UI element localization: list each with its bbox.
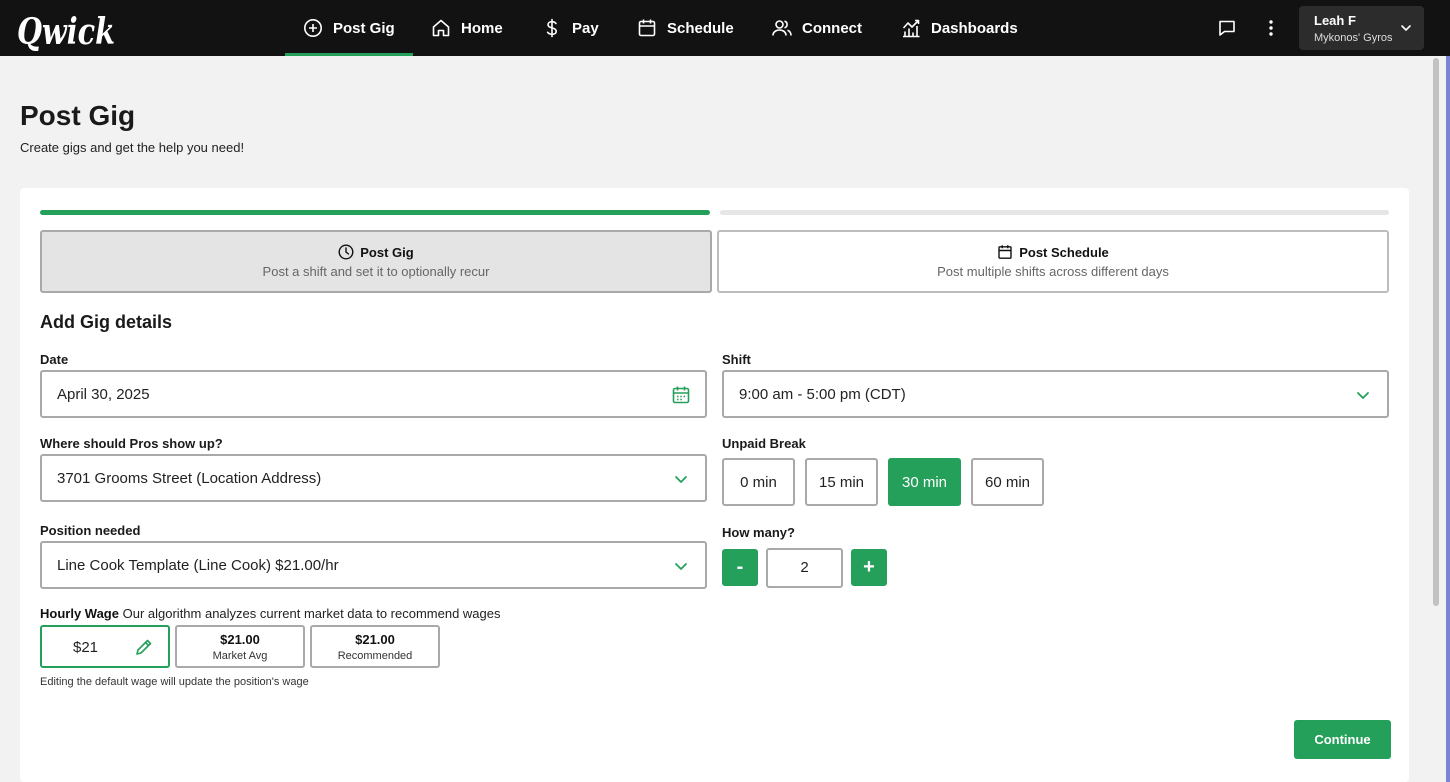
calendar-icon [638,19,656,37]
home-icon [432,19,450,37]
section-title: Add Gig details [40,312,173,332]
wage-edit-note: Editing the default wage will update the… [40,676,309,688]
svg-text:Qwick: Qwick [17,11,115,52]
pencil-icon[interactable] [135,638,153,656]
location-label: Where should Pros show up? [40,436,223,451]
nav-post-gig-label: Post Gig [333,19,395,37]
mode-post-schedule-description: Post multiple shifts across different da… [937,264,1169,279]
recommended-wage-option[interactable]: $21.00 Recommended [310,625,440,668]
page-title: Post Gig [20,100,136,131]
date-label: Date [40,352,69,367]
market-avg-amount: $21.00 [220,631,260,647]
shift-label: Shift [722,352,751,367]
window-edge [1446,56,1450,782]
wizard-progress-complete [40,210,710,215]
shift-select[interactable]: 9:00 am - 5:00 pm (CDT) [722,370,1389,418]
nav-connect-label: Connect [802,19,862,37]
nav-pay-label: Pay [572,19,599,37]
dollar-icon [546,18,558,38]
hourly-wage-value: $21 [73,639,99,656]
date-value: April 30, 2025 [57,385,150,403]
date-field[interactable]: April 30, 2025 [40,370,707,418]
recommended-label: Recommended [337,649,413,662]
shift-value: 9:00 am - 5:00 pm (CDT) [739,385,906,403]
mode-post-gig-title: Post Gig [360,244,414,260]
nav-home[interactable]: Home [431,0,503,56]
plus-circle-icon [304,19,322,37]
increment-button[interactable]: + [851,549,887,586]
more-menu-button[interactable] [1259,16,1283,40]
position-value: Line Cook Template (Line Cook) $21.00/hr [57,556,339,574]
nav-dashboards[interactable]: Dashboards [901,0,1018,56]
qwick-logo[interactable]: Qwick [17,4,117,52]
chevron-down-icon [675,563,687,570]
chevron-down-icon [1357,392,1369,399]
chevron-down-icon [675,476,687,483]
continue-button[interactable]: Continue [1294,720,1391,759]
mode-post-schedule[interactable]: Post Schedule Post multiple shifts acros… [717,230,1389,293]
break-60-min-button[interactable]: 60 min [971,458,1044,506]
page-subtitle: Create gigs and get the help you need! [20,140,245,155]
calendar-icon [998,245,1012,259]
chat-icon [1219,20,1235,36]
nav-pay[interactable]: Pay [542,0,599,56]
nav-home-label: Home [461,19,503,37]
hourly-wage-input[interactable]: $21 [40,625,170,668]
mode-post-gig-description: Post a shift and set it to optionally re… [262,264,490,279]
kebab-menu-icon [1269,20,1273,36]
how-many-label: How many? [722,525,795,540]
market-avg-wage-option[interactable]: $21.00 Market Avg [175,625,305,668]
hourly-wage-label-row: Hourly Wage Our algorithm analyzes curre… [40,606,501,621]
position-select[interactable]: Line Cook Template (Line Cook) $21.00/hr [40,541,707,589]
users-icon [772,20,792,36]
decrement-button[interactable]: - [722,549,758,586]
user-business-name: Mykonos' Gyros [1314,32,1393,44]
chevron-down-icon [1401,25,1411,31]
hourly-wage-label: Hourly Wage [40,606,119,621]
nav-schedule[interactable]: Schedule [637,0,734,56]
market-avg-label: Market Avg [212,649,268,662]
unpaid-break-label: Unpaid Break [722,436,806,451]
clock-icon [338,244,354,260]
nav-connect[interactable]: Connect [772,0,862,56]
hourly-wage-description: Our algorithm analyzes current market da… [122,606,501,621]
break-0-min-button[interactable]: 0 min [722,458,795,506]
quantity-input[interactable]: 2 [766,548,843,588]
wizard-progress-remaining [720,210,1389,215]
position-label: Position needed [40,523,141,538]
calendar-icon[interactable] [671,385,691,405]
chart-icon [902,19,920,38]
recommended-amount: $21.00 [355,631,395,647]
break-30-min-button[interactable]: 30 min [888,458,961,506]
user-name: Leah F [1314,13,1356,28]
mode-post-schedule-title: Post Schedule [1019,244,1109,260]
messages-button[interactable] [1215,16,1239,40]
nav-post-gig[interactable]: Post Gig [285,0,413,56]
page-scrollbar-thumb[interactable] [1433,58,1439,606]
location-select[interactable]: 3701 Grooms Street (Location Address) [40,454,707,502]
mode-post-gig[interactable]: Post Gig Post a shift and set it to opti… [40,230,712,293]
top-nav-bar: Qwick Post Gig Home Pay Schedule Connect… [0,0,1450,56]
break-15-min-button[interactable]: 15 min [805,458,878,506]
nav-dashboards-label: Dashboards [931,19,1018,37]
location-value: 3701 Grooms Street (Location Address) [57,469,322,487]
nav-schedule-label: Schedule [667,19,734,37]
user-account-menu[interactable]: Leah F Mykonos' Gyros [1299,6,1424,50]
